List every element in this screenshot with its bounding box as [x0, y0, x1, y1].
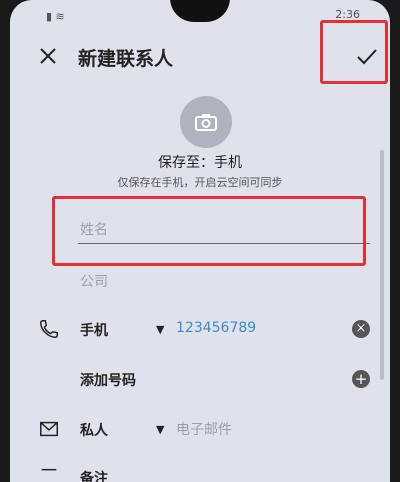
clear-phone-button[interactable]: ×: [352, 320, 370, 338]
close-icon: [40, 48, 56, 64]
phone-number-field[interactable]: 123456789: [176, 320, 256, 336]
company-field[interactable]: [80, 272, 360, 292]
phone-icon: [40, 320, 58, 338]
page-title: 新建联系人: [78, 48, 174, 70]
email-icon: [40, 421, 58, 437]
name-field[interactable]: [80, 220, 360, 240]
email-type-dropdown-icon[interactable]: ▼: [156, 423, 164, 436]
plus-icon: +: [354, 370, 368, 388]
phone-screen: ▮ ≋ 2:36 新建联系人 保存至：手机 仅保存在手机，开启云空间可同步 姓名…: [10, 0, 390, 482]
close-button[interactable]: [36, 44, 60, 68]
email-type-label[interactable]: 私人: [80, 420, 108, 440]
scrollbar[interactable]: [380, 150, 384, 380]
phone-type-dropdown-icon[interactable]: ▼: [156, 323, 164, 336]
name-field-underline: [78, 243, 370, 244]
header: 新建联系人: [10, 38, 390, 78]
save-button[interactable]: [352, 42, 382, 72]
add-photo-button[interactable]: [180, 96, 232, 148]
add-number-label[interactable]: 添加号码: [80, 370, 136, 390]
close-icon: ×: [355, 321, 367, 336]
note-label[interactable]: 备注: [80, 468, 108, 482]
add-number-button[interactable]: +: [352, 370, 370, 388]
status-bar: ▮ ≋ 2:36: [10, 0, 390, 30]
save-location-title: 保存至：手机: [158, 155, 242, 171]
camera-notch: [170, 0, 230, 22]
status-icons: ▮ ≋: [46, 10, 65, 23]
note-icon: [41, 468, 57, 471]
save-location-note: 仅保存在手机，开启云空间可同步: [117, 176, 283, 189]
phone-type-label[interactable]: 手机: [80, 320, 108, 340]
camera-icon: [195, 114, 217, 131]
email-field[interactable]: [176, 420, 336, 440]
checkmark-icon: [357, 49, 377, 65]
status-time: 2:36: [335, 8, 360, 21]
